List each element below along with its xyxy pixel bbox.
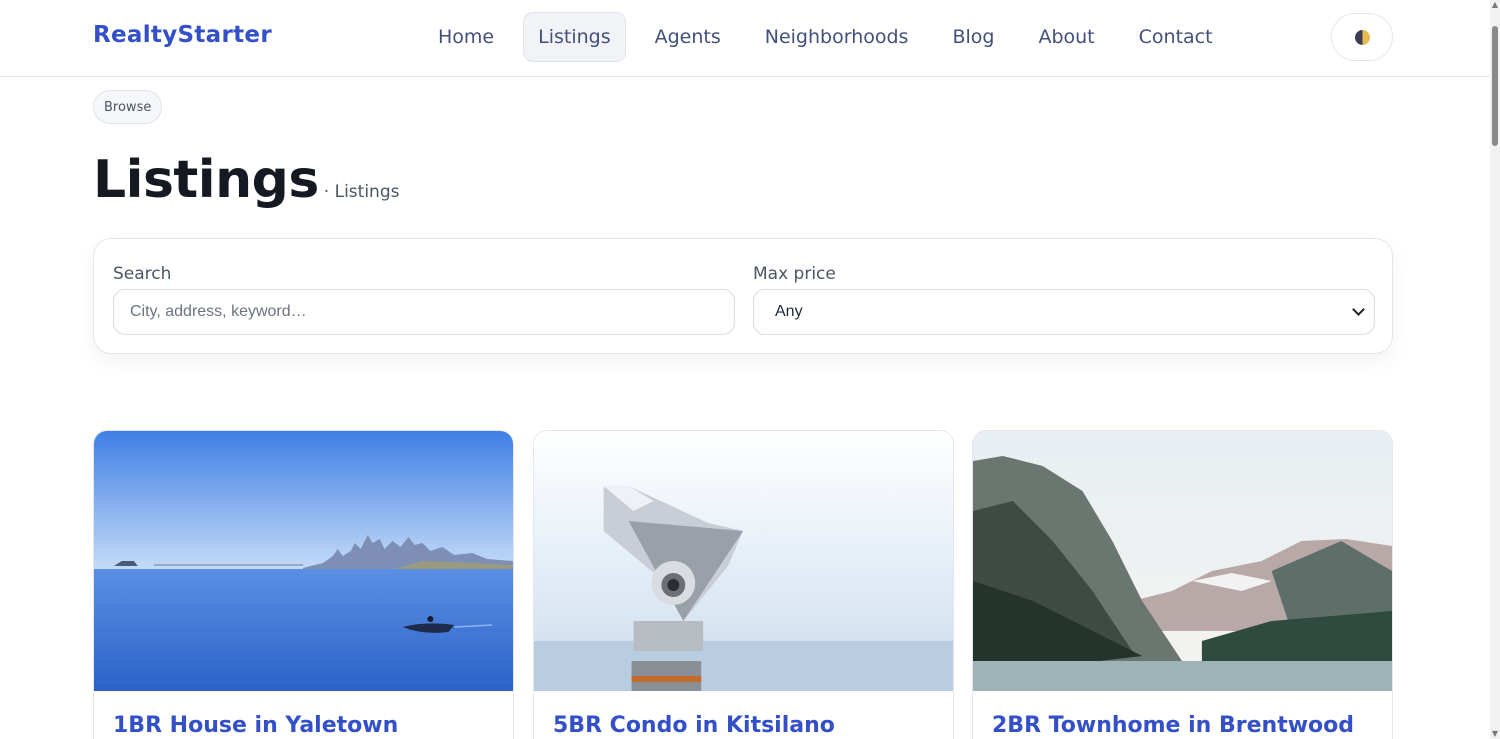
page-subtitle: · Listings [323, 182, 400, 202]
nav-listings[interactable]: Listings [523, 12, 626, 62]
theme-toggle-button[interactable] [1331, 13, 1393, 61]
max-price-value: Any [775, 303, 803, 320]
listing-title[interactable]: 5BR Condo in Kitsilano [553, 713, 835, 738]
city-skyline-bay-photo [94, 431, 513, 691]
max-price-select[interactable]: Any [753, 289, 1375, 335]
nav-agents[interactable]: Agents [633, 12, 743, 62]
half-moon-icon [1354, 29, 1370, 45]
max-price-label: Max price [753, 264, 836, 284]
page-scrollbar[interactable]: ▲ ▼ [1490, 0, 1500, 739]
site-header: RealtyStarter Home Listings Agents Neigh… [0, 0, 1490, 77]
listing-title[interactable]: 2BR Townhome in Brentwood [992, 713, 1354, 738]
breadcrumb-browse[interactable]: Browse [93, 90, 163, 124]
page-heading: Listings · Listings [93, 150, 399, 210]
filter-panel: Search Max price Any [93, 238, 1393, 354]
brand-logo[interactable]: RealtyStarter [93, 22, 272, 48]
nav-about[interactable]: About [1016, 12, 1116, 62]
listing-card[interactable]: 2BR Townhome in Brentwood [972, 430, 1393, 739]
nav-blog[interactable]: Blog [930, 12, 1016, 62]
listing-card[interactable]: 5BR Condo in Kitsilano [533, 430, 954, 739]
nav-contact[interactable]: Contact [1117, 12, 1235, 62]
main-nav: Home Listings Agents Neighborhoods Blog … [416, 12, 1235, 62]
nav-home[interactable]: Home [416, 12, 516, 62]
page-title: Listings [93, 150, 319, 210]
listing-title[interactable]: 1BR House in Yaletown [113, 713, 398, 738]
coin-binoculars-photo [534, 431, 953, 691]
scroll-thumb[interactable] [1492, 26, 1498, 146]
mountain-lake-photo [973, 431, 1392, 691]
listing-card[interactable]: 1BR House in Yaletown [93, 430, 514, 739]
chevron-down-icon [1352, 303, 1365, 316]
nav-neighborhoods[interactable]: Neighborhoods [743, 12, 931, 62]
scroll-up-arrow-icon[interactable]: ▲ [1491, 0, 1499, 10]
scroll-down-arrow-icon[interactable]: ▼ [1491, 729, 1499, 739]
search-label: Search [113, 264, 172, 284]
search-input[interactable] [113, 289, 735, 335]
